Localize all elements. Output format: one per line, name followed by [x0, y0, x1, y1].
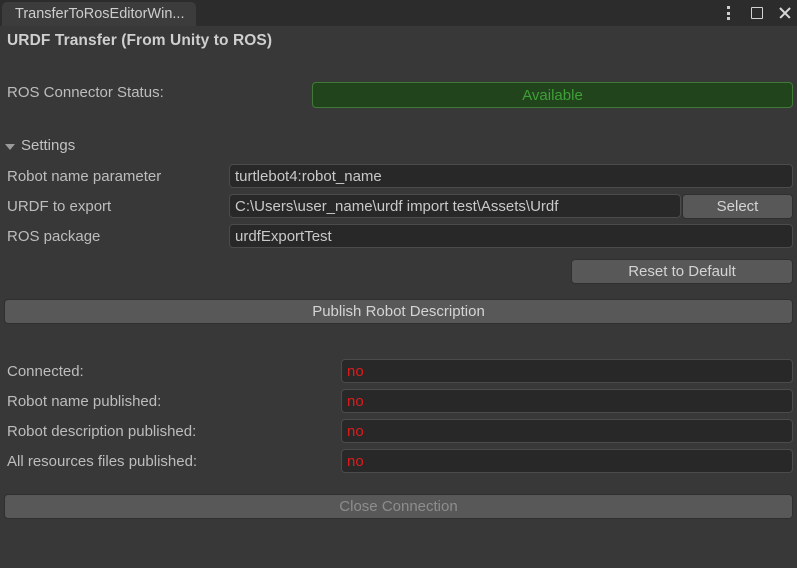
maximize-square [750, 7, 763, 19]
robot-name-published-label: Robot name published: [7, 393, 162, 410]
maximize-icon[interactable] [748, 3, 765, 23]
chevron-down-icon [5, 143, 15, 150]
connected-label: Connected: [7, 363, 84, 380]
urdf-to-export-label: URDF to export [7, 198, 112, 215]
window-tab-strip: TransferToRosEditorWin... [0, 0, 797, 26]
ros-connector-status-value: Available [522, 86, 583, 104]
page-title: URDF Transfer (From Unity to ROS) [7, 32, 273, 49]
close-icon[interactable] [776, 3, 793, 23]
tab-label: TransferToRosEditorWin... [15, 6, 185, 22]
robot-description-published-label: Robot description published: [7, 423, 197, 440]
ros-package-label: ROS package [7, 228, 101, 245]
editor-window: TransferToRosEditorWin... URDF Transfer … [0, 0, 797, 568]
robot-description-published-value: no [341, 419, 793, 443]
ros-connector-status-bar: Available [312, 82, 793, 108]
all-resources-files-published-value: no [341, 449, 793, 473]
publish-robot-description-button[interactable]: Publish Robot Description [4, 299, 793, 324]
reset-to-default-button[interactable]: Reset to Default [571, 259, 793, 284]
robot-name-published-value: no [341, 389, 793, 413]
settings-foldout-label: Settings [21, 137, 76, 154]
close-connection-button[interactable]: Close Connection [4, 494, 793, 519]
urdf-to-export-input[interactable]: C:\Users\user_name\urdf import test\Asse… [229, 194, 681, 218]
robot-name-parameter-label: Robot name parameter [7, 168, 162, 185]
robot-name-parameter-input[interactable]: turtlebot4:robot_name [229, 164, 793, 188]
all-resources-files-published-label: All resources files published: [7, 453, 198, 470]
kebab-menu-icon[interactable] [720, 3, 737, 23]
close-cross [778, 7, 791, 20]
ros-connector-status-label: ROS Connector Status: [7, 84, 164, 101]
ros-package-input[interactable]: urdfExportTest [229, 224, 793, 248]
select-button[interactable]: Select [682, 194, 793, 219]
window-controls [720, 0, 793, 26]
tab-transfer-to-ros-editor-window[interactable]: TransferToRosEditorWin... [2, 2, 197, 26]
kebab-dots [727, 6, 730, 20]
connected-value: no [341, 359, 793, 383]
settings-foldout[interactable]: Settings [5, 137, 75, 154]
